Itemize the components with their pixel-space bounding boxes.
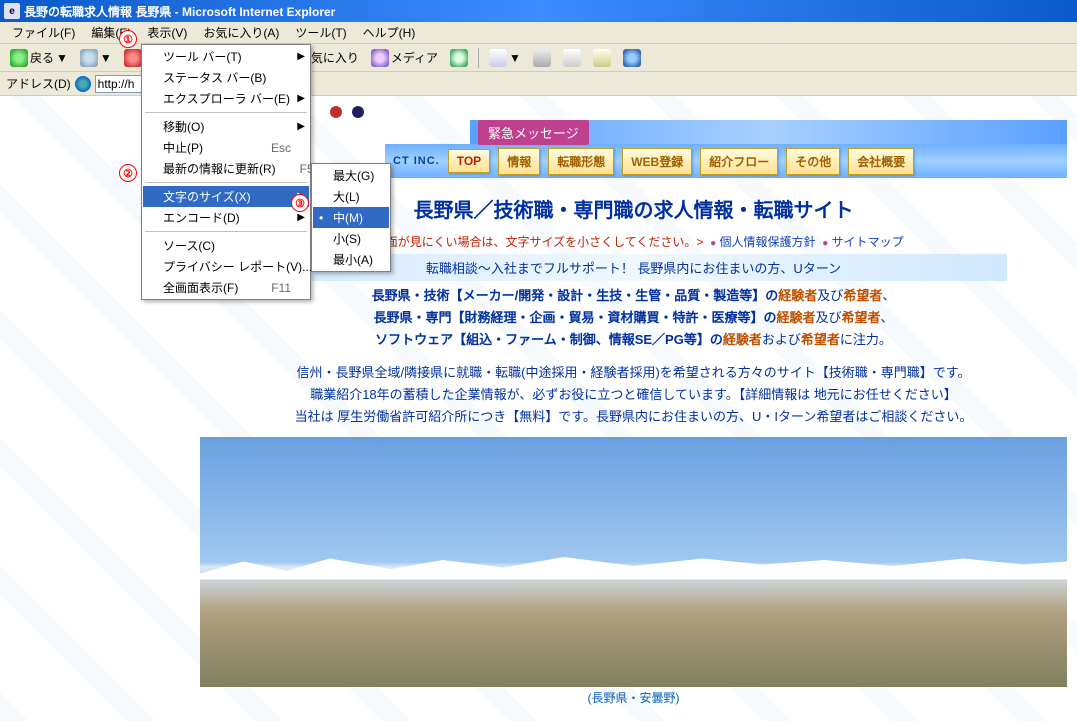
- discuss-button[interactable]: [589, 47, 615, 69]
- arrow-right-icon: ▶: [297, 121, 305, 132]
- menu-file[interactable]: ファイル(F): [4, 22, 83, 43]
- nav-form[interactable]: 転職形態: [548, 148, 614, 175]
- menu-explorerbar[interactable]: エクスプローラ バー(E)▶: [143, 88, 309, 109]
- nav-web[interactable]: WEB登録: [622, 148, 692, 175]
- menu-view[interactable]: 表示(V): [139, 22, 195, 43]
- menu-fullscreen[interactable]: 全画面表示(F)F11: [143, 277, 309, 298]
- media-button[interactable]: メディア: [367, 47, 442, 69]
- menu-textsize[interactable]: 文字のサイズ(X)▶: [143, 186, 309, 207]
- messenger-icon: [623, 49, 641, 67]
- marker-3: ③: [291, 194, 309, 212]
- bullet-icon: ●: [710, 238, 716, 249]
- forward-button[interactable]: ▼: [76, 47, 116, 69]
- nav-flow[interactable]: 紹介フロー: [700, 148, 778, 175]
- menu-encoding[interactable]: エンコード(D)▶: [143, 207, 309, 228]
- back-button[interactable]: 戻る ▼: [6, 47, 72, 69]
- print-icon: [533, 49, 551, 67]
- print-button[interactable]: [529, 47, 555, 69]
- menu-favorites[interactable]: お気に入り(A): [195, 22, 287, 43]
- nav-other[interactable]: その他: [786, 148, 840, 175]
- mail-icon: [489, 49, 507, 67]
- arrow-right-icon: ▶: [297, 51, 305, 62]
- line1: 長野県・技術【メーカー/開発・設計・生技・生管・品質・製造等】の経験者及び希望者…: [200, 285, 1067, 304]
- dot-navy: [352, 106, 364, 118]
- sitemap-link[interactable]: サイトマップ: [832, 235, 904, 249]
- separator: [478, 48, 479, 68]
- menu-refresh[interactable]: 最新の情報に更新(R)F5: [143, 158, 309, 179]
- ie-icon: e: [4, 3, 20, 19]
- check-dot: •: [319, 211, 323, 225]
- back-icon: [10, 49, 28, 67]
- menu-stop[interactable]: 中止(P)Esc: [143, 137, 309, 158]
- dot-red: [330, 106, 342, 118]
- desc1: 信州・長野県全域/隣接県に就職・転職(中途採用・経験者採用)を希望される方々のサ…: [200, 362, 1067, 381]
- nav-top[interactable]: TOP: [448, 149, 490, 173]
- nav-info[interactable]: 情報: [498, 148, 540, 175]
- menu-privacy[interactable]: プライバシー レポート(V)...: [143, 256, 309, 277]
- textsize-submenu: 最大(G) 大(L) •中(M) 小(S) 最小(A): [311, 163, 391, 272]
- mountains: [200, 550, 1067, 580]
- arrow-right-icon: ▶: [297, 93, 305, 104]
- address-label: アドレス(D): [6, 75, 71, 92]
- discuss-icon: [593, 49, 611, 67]
- nav-company[interactable]: 会社概要: [848, 148, 914, 175]
- menu-source[interactable]: ソース(C): [143, 235, 309, 256]
- menubar: ファイル(F) 編集(E) 表示(V) お気に入り(A) ツール(T) ヘルプ(…: [0, 22, 1077, 44]
- marker-2: ②: [119, 164, 137, 182]
- menu-tools[interactable]: ツール(T): [287, 22, 354, 43]
- size-medium[interactable]: •中(M): [313, 207, 389, 228]
- view-menu: ツール バー(T)▶ ステータス バー(B) エクスプローラ バー(E)▶ 移動…: [141, 44, 311, 300]
- size-smallest[interactable]: 最小(A): [313, 249, 389, 270]
- note-text: < 画面が見にくい場合は、文字サイズを小さくしてください。>: [363, 235, 703, 249]
- menu-help[interactable]: ヘルプ(H): [355, 22, 424, 43]
- page-icon: [75, 76, 91, 92]
- landscape-photo: [200, 437, 1067, 687]
- bullet-icon: ●: [822, 238, 828, 249]
- menu-separator: [145, 182, 307, 183]
- forward-icon: [80, 49, 98, 67]
- desc2: 職業紹介18年の蓄積した企業情報が、必ずお役に立つと確信しています。【詳細情報は…: [200, 384, 1067, 403]
- messenger-button[interactable]: [619, 47, 645, 69]
- history-button[interactable]: [446, 47, 472, 69]
- media-icon: [371, 49, 389, 67]
- emergency-label: 緊急メッセージ: [478, 120, 589, 145]
- window-title: 長野の転職求人情報 長野県 - Microsoft Internet Explo…: [24, 3, 335, 20]
- size-smaller[interactable]: 小(S): [313, 228, 389, 249]
- menu-goto[interactable]: 移動(O)▶: [143, 116, 309, 137]
- menu-separator: [145, 231, 307, 232]
- site-nav: CT INC. TOP 情報 転職形態 WEB登録 紹介フロー その他 会社概要: [385, 144, 1067, 178]
- stop-icon: [124, 49, 142, 67]
- desc3: 当社は 厚生労働省許可紹介所につき【無料】です。長野県内にお住まいの方、U・Iタ…: [200, 406, 1067, 425]
- history-icon: [450, 49, 468, 67]
- size-largest[interactable]: 最大(G): [313, 165, 389, 186]
- privacy-link[interactable]: 個人情報保護方針: [720, 235, 816, 249]
- edit-icon: [563, 49, 581, 67]
- photo-caption: (長野県・安曇野): [200, 689, 1067, 706]
- line3: ソフトウェア【組込・ファーム・制御、情報SE／PG等】の経験者および希望者に注力…: [200, 329, 1067, 348]
- menu-separator: [145, 112, 307, 113]
- marker-1: ①: [119, 30, 137, 48]
- emergency-banner: 緊急メッセージ: [470, 120, 1067, 144]
- edit-button[interactable]: [559, 47, 585, 69]
- size-larger[interactable]: 大(L): [313, 186, 389, 207]
- menu-statusbar[interactable]: ステータス バー(B): [143, 67, 309, 88]
- line2: 長野県・専門【財務経理・企画・貿易・資材購買・特許・医療等】の経験者及び希望者、: [200, 307, 1067, 326]
- arrow-right-icon: ▶: [297, 212, 305, 223]
- mail-button[interactable]: ▼: [485, 47, 525, 69]
- company-logo: CT INC.: [393, 155, 440, 167]
- window-titlebar: e 長野の転職求人情報 長野県 - Microsoft Internet Exp…: [0, 0, 1077, 22]
- menu-toolbars[interactable]: ツール バー(T)▶: [143, 46, 309, 67]
